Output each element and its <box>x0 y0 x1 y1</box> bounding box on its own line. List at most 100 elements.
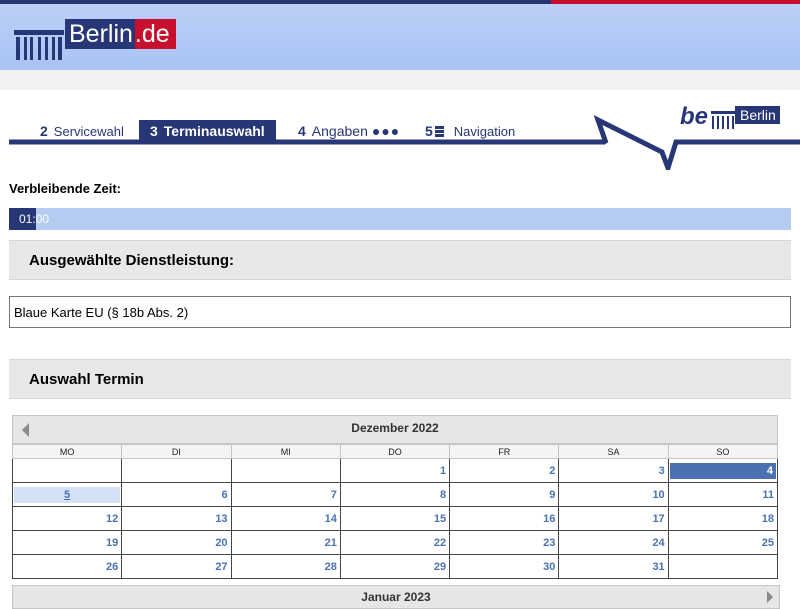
calendar-day-cell: 29 <box>339 554 451 579</box>
weekday-header: MI <box>230 444 341 459</box>
next-month-arrow-icon[interactable] <box>767 591 773 603</box>
calendar-day-link[interactable]: 5 <box>14 486 121 503</box>
calendar-day-cell: 30 <box>449 554 560 579</box>
step-servicewahl[interactable]: 2 Servicewahl <box>40 120 124 142</box>
calendar-week-row: 26 27 28 29 30 31 <box>11 554 779 579</box>
calendar-day-link[interactable]: 12 <box>13 513 121 525</box>
weekday-header: FR <box>449 444 560 459</box>
calendar-day-link[interactable]: 27 <box>122 561 230 573</box>
calendar-day-cell: 20 <box>121 530 232 555</box>
calendar-day-cell: 14 <box>230 506 341 531</box>
calendar-day-link[interactable]: 18 <box>669 513 777 525</box>
calendar-day-link[interactable]: 6 <box>122 489 230 501</box>
calendar-day-link[interactable]: 16 <box>450 513 558 525</box>
calendar-day-cell: 31 <box>558 554 669 579</box>
service-section-title: Ausgewählte Dienstleistung: <box>29 252 235 269</box>
calendar-day-link[interactable]: 1 <box>341 465 449 477</box>
calendar-day-link[interactable]: 3 <box>559 465 667 477</box>
step-angaben[interactable]: 4 Angaben ●●● <box>298 120 400 142</box>
calendar-day-link[interactable]: 28 <box>232 561 340 573</box>
calendar-day-link[interactable]: 15 <box>341 513 449 525</box>
timer-progress-bar: 01:00 <box>9 208 791 230</box>
step-label: Navigation <box>453 123 516 139</box>
brandenburg-gate-icon <box>14 30 64 60</box>
calendar-day-link[interactable]: 23 <box>450 537 558 549</box>
gate-icon <box>711 111 735 129</box>
calendar-day-cell: 16 <box>449 506 560 531</box>
calendar-day-cell: 26 <box>11 554 123 579</box>
brand-name: Berlin <box>65 19 135 49</box>
calendar-day-cell: 10 <box>558 482 669 507</box>
calendar-day-link[interactable]: 8 <box>341 489 449 501</box>
calendar-header: Dezember 2022 <box>12 415 778 444</box>
timer-text: 01:00 <box>19 212 50 226</box>
remaining-time-label: Verbleibende Zeit: <box>9 181 121 196</box>
weekday-header: SA <box>558 444 669 459</box>
step-navigation[interactable]: 5 Navigation <box>425 120 515 142</box>
calendar-day-link[interactable]: 13 <box>122 513 230 525</box>
calendar-day-cell: 24 <box>558 530 669 555</box>
calendar-day-cell: 2 <box>449 458 560 483</box>
be-berlin-text: Berlin <box>735 106 780 124</box>
calendar-day-cell: 22 <box>339 530 451 555</box>
calendar-day-cell: 5 <box>11 482 123 507</box>
calendar-day-link[interactable]: 29 <box>341 561 449 573</box>
calendar-day-cell: 13 <box>121 506 232 531</box>
calendar-day-link[interactable]: 24 <box>559 537 667 549</box>
calendar-day-link[interactable]: 19 <box>13 537 121 549</box>
weekday-header: MO <box>11 444 123 459</box>
calendar-day-link[interactable]: 11 <box>669 489 777 501</box>
calendar-day-link[interactable]: 30 <box>450 561 558 573</box>
step-terminauswahl[interactable]: 3 Terminauswahl <box>139 120 276 142</box>
calendar-day-cell: 25 <box>667 530 779 555</box>
calendar-day-cell: 9 <box>449 482 560 507</box>
calendar-day-link[interactable]: 26 <box>13 561 121 573</box>
calendar-day-cell: 27 <box>121 554 232 579</box>
calendar-day-cell: 8 <box>339 482 451 507</box>
step-label: Servicewahl <box>53 123 124 139</box>
service-section-header: Ausgewählte Dienstleistung: <box>9 240 791 280</box>
calendar-day-cell: 21 <box>230 530 341 555</box>
calendar-body: 1 2 3 4 5 6 7 8 9 10 11 12 13 14 15 16 17 18 19 20 21 22 23 24 2… <box>11 458 779 579</box>
step-number: 2 <box>40 123 48 139</box>
next-calendar-header: Januar 2023 <box>12 585 780 609</box>
calendar-day-cell: 6 <box>121 482 232 507</box>
calendar-day-link[interactable]: 7 <box>232 489 340 501</box>
calendar-empty-cell <box>11 458 123 483</box>
calendar-day-link[interactable]: 20 <box>122 537 230 549</box>
berlin-logo[interactable]: Berlin .de <box>14 18 176 60</box>
more-dots-icon: ●●● <box>371 123 401 139</box>
step-number: 5 <box>425 123 433 139</box>
weekday-row: MO DI MI DO FR SA SO <box>11 444 779 459</box>
calendar-day-link[interactable]: 14 <box>232 513 340 525</box>
calendar-day-link[interactable]: 10 <box>559 489 667 501</box>
calendar-day-cell: 15 <box>339 506 451 531</box>
calendar-day-link[interactable]: 31 <box>559 561 667 573</box>
calendar-day-link[interactable]: 2 <box>450 465 558 477</box>
calendar-day-cell: 4 <box>667 458 779 483</box>
calendar-day-cell: 3 <box>558 458 669 483</box>
next-month-title: Januar 2023 <box>361 590 431 604</box>
weekday-header: DI <box>121 444 232 459</box>
calendar-day-link[interactable]: 21 <box>232 537 340 549</box>
calendar-week-row: 19 20 21 22 23 24 25 <box>11 530 779 555</box>
calendar-week-row: 5 6 7 8 9 10 11 <box>11 482 779 507</box>
list-icon <box>434 125 444 137</box>
calendar-day-link[interactable]: 17 <box>559 513 667 525</box>
calendar-day-cell: 17 <box>558 506 669 531</box>
calendar-day-link[interactable]: 4 <box>669 462 776 479</box>
calendar-empty-cell <box>230 458 341 483</box>
calendar-day-cell: 19 <box>11 530 123 555</box>
step-number: 4 <box>298 123 306 139</box>
calendar-day-link[interactable]: 22 <box>341 537 449 549</box>
progress-stepper: 2 Servicewahl 3 Terminauswahl 4 Angaben … <box>0 90 800 170</box>
step-label: Terminauswahl <box>163 123 265 139</box>
calendar-day-link[interactable]: 9 <box>450 489 558 501</box>
calendar-day-cell: 18 <box>667 506 779 531</box>
appointment-calendar: Dezember 2022 MO DI MI DO FR SA SO 1 2 3 4 5 6 7 8 9 10… <box>11 415 779 579</box>
calendar-grid: MO DI MI DO FR SA SO 1 2 3 4 5 6 7 8 9 10 11 12 13 14 15 16 17… <box>11 444 779 579</box>
calendar-day-link[interactable]: 25 <box>669 537 777 549</box>
brand-tld: .de <box>134 19 176 49</box>
weekday-header: DO <box>339 444 451 459</box>
weekday-header: SO <box>667 444 779 459</box>
